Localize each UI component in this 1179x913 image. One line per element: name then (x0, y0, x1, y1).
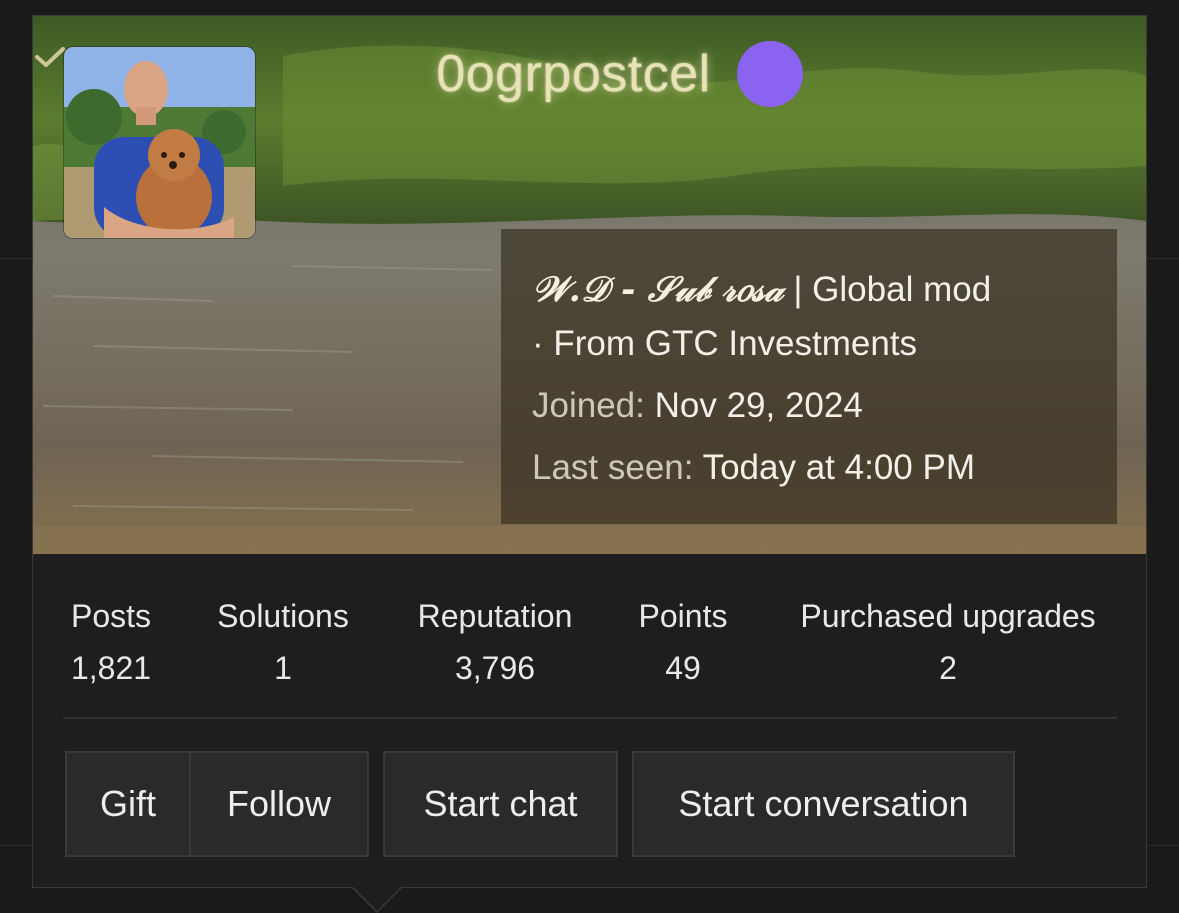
member-info-box: 𝒲.𝒟 - 𝒮𝓊𝒷 𝓇𝑜𝓈𝒶 | Global mod · From GTC I… (501, 229, 1117, 524)
stat-label: Posts (70, 598, 152, 634)
start-chat-button[interactable]: Start chat (383, 751, 618, 857)
stat-label: Points (638, 598, 728, 634)
profile-banner: 0ogrpostcel 𝒲.𝒟 - 𝒮𝓊𝒷 𝓇𝑜𝓈𝒶 | Global mod … (33, 16, 1146, 554)
follow-button[interactable]: Follow (189, 751, 369, 857)
stat-value: 1 (274, 650, 292, 686)
stat-purchased-upgrades[interactable]: Purchased upgrades 2 (777, 590, 1119, 694)
stat-label: Solutions (217, 598, 349, 634)
stat-posts[interactable]: Posts 1,821 (55, 590, 167, 694)
stat-label: Purchased upgrades (800, 598, 1096, 634)
stat-value: 1,821 (70, 650, 152, 686)
start-conversation-button[interactable]: Start conversation (632, 751, 1015, 857)
joined-line: Joined: Nov 29, 2024 (532, 379, 1087, 433)
stat-solutions[interactable]: Solutions 1 (201, 590, 365, 694)
verified-check-icon (35, 41, 803, 107)
stat-label: Reputation (417, 598, 573, 634)
last-seen-line: Last seen: Today at 4:00 PM (532, 441, 1087, 495)
gift-button[interactable]: Gift (65, 751, 191, 857)
member-tooltip-card: 0ogrpostcel 𝒲.𝒟 - 𝒮𝓊𝒷 𝓇𝑜𝓈𝒶 | Global mod … (32, 15, 1147, 913)
stat-value: 3,796 (454, 650, 536, 686)
stat-value: 49 (665, 650, 701, 686)
affiliation: · From GTC Investments (532, 324, 918, 363)
member-stats: Posts 1,821 Solutions 1 Reputation 3,796… (33, 590, 1146, 690)
last-seen-label: Last seen: (532, 448, 694, 487)
role-label: | Global mod (783, 270, 992, 309)
custom-title: 𝒲.𝒟 - 𝒮𝓊𝒷 𝓇𝑜𝓈𝒶 (532, 269, 784, 310)
stat-reputation[interactable]: Reputation 3,796 (401, 590, 589, 694)
stats-divider (63, 717, 1117, 719)
member-title-line: 𝒲.𝒟 - 𝒮𝓊𝒷 𝓇𝑜𝓈𝒶 | Global mod (532, 263, 1087, 317)
stat-value: 2 (939, 650, 957, 686)
username[interactable]: 0ogrpostcel (436, 44, 710, 104)
stat-points[interactable]: Points 49 (625, 590, 741, 694)
tooltip-arrow (353, 887, 401, 911)
last-seen-time[interactable]: Today at 4:00 PM (703, 448, 975, 487)
username-row: 0ogrpostcel (33, 41, 1146, 107)
joined-date: Nov 29, 2024 (654, 386, 863, 425)
joined-label: Joined: (532, 386, 645, 425)
